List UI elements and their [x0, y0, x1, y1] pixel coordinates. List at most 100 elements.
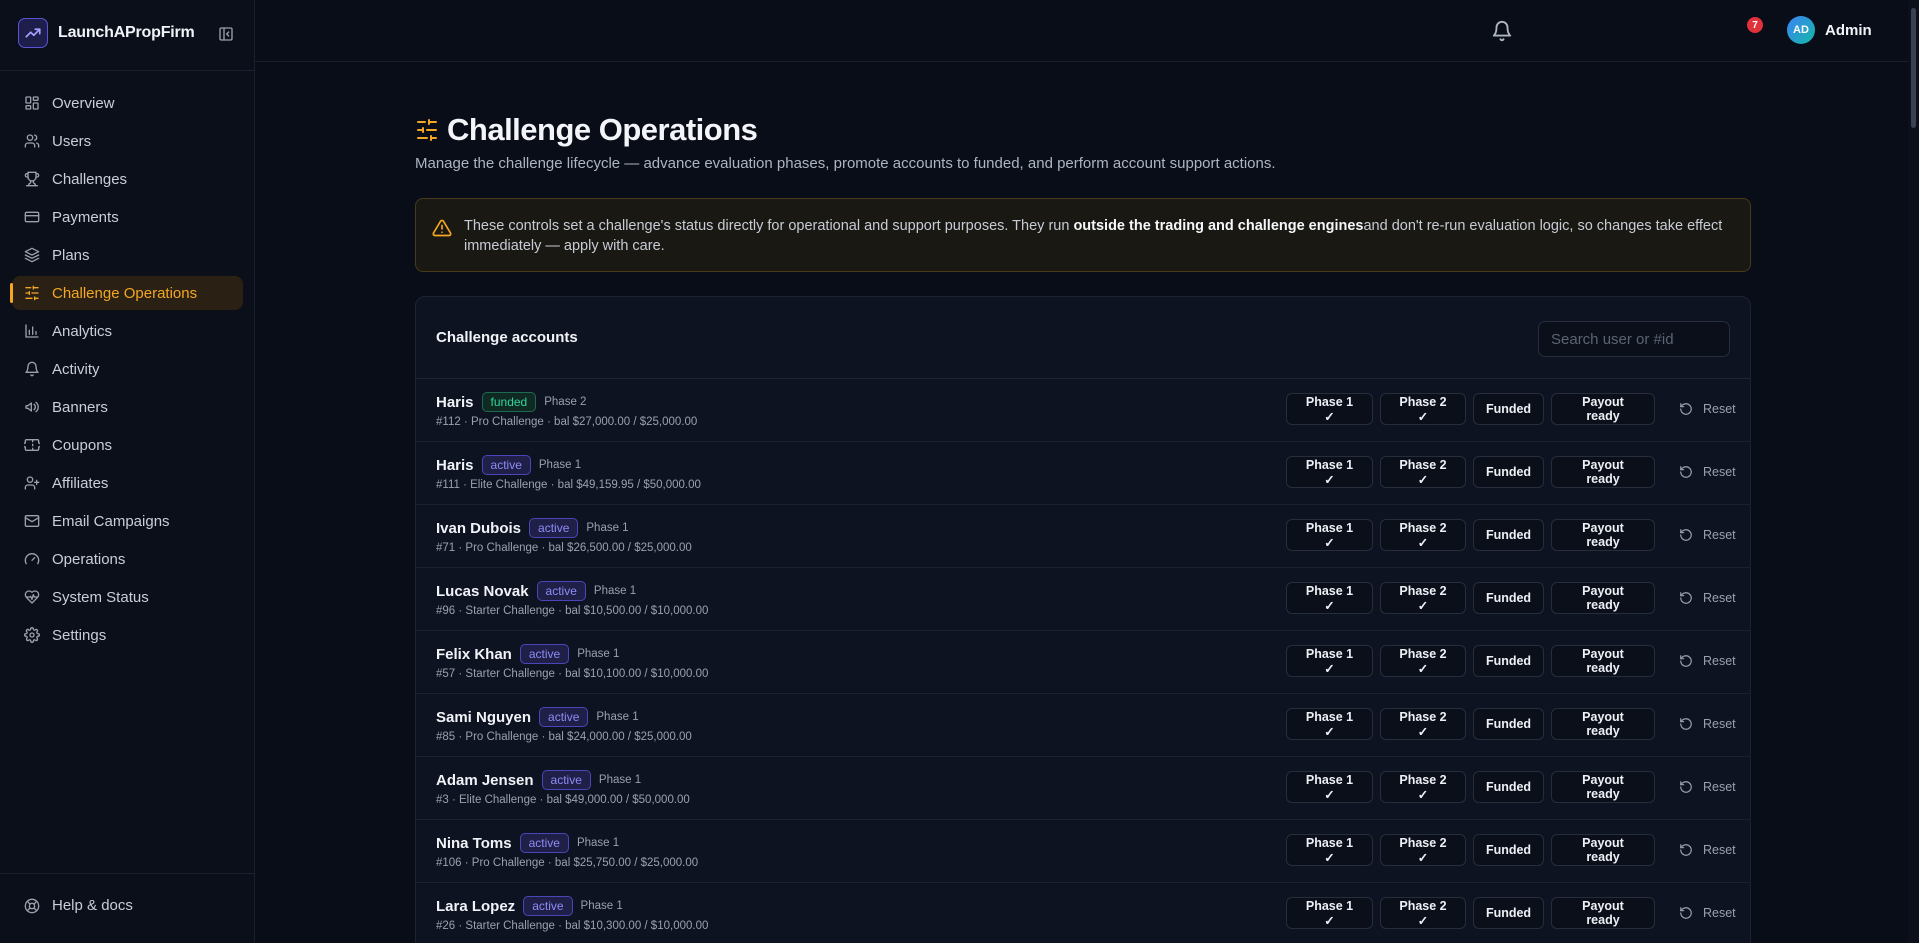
table-row: Adam Jensen active Phase 1 #3 · Elite Ch… [416, 757, 1750, 820]
payout-ready-button[interactable]: Payout ready [1551, 519, 1655, 551]
phase-2-pass-button[interactable]: Phase 2 ✓ [1380, 456, 1466, 488]
credit-card-icon [24, 211, 40, 223]
payout-ready-button[interactable]: Payout ready [1551, 708, 1655, 740]
page-title: Challenge Operations [447, 112, 758, 147]
avatar: AD [1787, 16, 1815, 44]
reset-button[interactable]: Reset [1669, 771, 1746, 803]
trend-chart-icon [18, 18, 48, 48]
sidebar-item-users[interactable]: Users [12, 124, 243, 158]
payout-ready-button[interactable]: Payout ready [1551, 582, 1655, 614]
reset-button[interactable]: Reset [1669, 708, 1746, 740]
sidebar-item-system-status[interactable]: System Status [12, 580, 243, 614]
payout-ready-button[interactable]: Payout ready [1551, 897, 1655, 929]
phase-2-pass-button[interactable]: Phase 2 ✓ [1380, 897, 1466, 929]
phase-2-pass-button[interactable]: Phase 2 ✓ [1380, 582, 1466, 614]
status-badge: funded [481, 392, 537, 412]
sidebar-item-challenge-operations[interactable]: Challenge Operations [10, 276, 243, 310]
funded-button[interactable]: Funded [1473, 897, 1544, 929]
payout-ready-button[interactable]: Payout ready [1551, 456, 1655, 488]
sidebar-item-coupons[interactable]: Coupons [12, 428, 243, 462]
funded-button[interactable]: Funded [1473, 393, 1544, 425]
phase-1-pass-button[interactable]: Phase 1 ✓ [1286, 519, 1373, 551]
sidebar-item-affiliates[interactable]: Affiliates [12, 466, 243, 500]
sidebar-item-label: Analytics [52, 322, 113, 340]
phase-2-pass-button[interactable]: Phase 2 ✓ [1380, 393, 1466, 425]
row-actions: Phase 1 ✓ Phase 2 ✓ Funded Payout ready … [1286, 834, 1746, 866]
reset-button[interactable]: Reset [1669, 393, 1746, 425]
brand[interactable]: LaunchAPropFirm [18, 18, 195, 48]
funded-button[interactable]: Funded [1473, 645, 1544, 677]
phase-2-pass-button[interactable]: Phase 2 ✓ [1380, 645, 1466, 677]
notifications-bell-icon[interactable] [1491, 20, 1513, 42]
page-scrollbar[interactable] [1908, 0, 1919, 943]
grid-icon [25, 96, 39, 110]
sidebar-item-label: Email Campaigns [52, 512, 170, 530]
reset-button[interactable]: Reset [1669, 834, 1746, 866]
reset-button[interactable]: Reset [1669, 456, 1746, 488]
scrollbar-thumb[interactable] [1911, 8, 1916, 128]
reset-label: Reset [1703, 906, 1736, 920]
phase-1-pass-button[interactable]: Phase 1 ✓ [1286, 771, 1373, 803]
notification-count-badge: 7 [1747, 17, 1763, 33]
sidebar-item-label: Overview [52, 94, 115, 112]
sidebar-item-operations[interactable]: Operations [12, 542, 243, 576]
user-name: Adam Jensen [436, 771, 534, 789]
user-menu[interactable]: AD Admin [1787, 16, 1872, 44]
payout-ready-button[interactable]: Payout ready [1551, 834, 1655, 866]
phase-1-pass-button[interactable]: Phase 1 ✓ [1286, 708, 1373, 740]
reset-label: Reset [1703, 780, 1736, 794]
funded-button[interactable]: Funded [1473, 519, 1544, 551]
sidebar-item-challenges[interactable]: Challenges [12, 162, 243, 196]
reset-button[interactable]: Reset [1669, 519, 1746, 551]
sidebar-item-payments[interactable]: Payments [12, 200, 243, 234]
sidebar-item-plans[interactable]: Plans [12, 238, 243, 272]
funded-button[interactable]: Funded [1473, 834, 1544, 866]
phase-2-pass-button[interactable]: Phase 2 ✓ [1380, 834, 1466, 866]
users-icon [24, 134, 40, 148]
row-actions: Phase 1 ✓ Phase 2 ✓ Funded Payout ready … [1286, 771, 1746, 803]
phase-2-pass-button[interactable]: Phase 2 ✓ [1380, 771, 1466, 803]
account-details: #26 · Starter Challenge · bal $10,300.00… [436, 920, 709, 932]
user-name: Haris [436, 456, 474, 474]
reset-button[interactable]: Reset [1669, 645, 1746, 677]
sidebar-item-analytics[interactable]: Analytics [12, 314, 243, 348]
phase-1-pass-button[interactable]: Phase 1 ✓ [1286, 645, 1373, 677]
phase-1-pass-button[interactable]: Phase 1 ✓ [1286, 834, 1373, 866]
sidebar-item-activity[interactable]: Activity [12, 352, 243, 386]
funded-button[interactable]: Funded [1473, 708, 1544, 740]
help-docs-link[interactable]: Help & docs [24, 897, 133, 914]
search-input[interactable] [1538, 321, 1730, 357]
phase-2-pass-button[interactable]: Phase 2 ✓ [1380, 708, 1466, 740]
sidebar-item-settings[interactable]: Settings [12, 618, 243, 652]
phase-label: Phase 2 [544, 396, 587, 408]
sidebar-item-email-campaigns[interactable]: Email Campaigns [12, 504, 243, 538]
phase-1-pass-button[interactable]: Phase 1 ✓ [1286, 456, 1373, 488]
alert-text-part: These controls set a challenge's status … [464, 218, 1074, 234]
phase-1-pass-button[interactable]: Phase 1 ✓ [1286, 582, 1373, 614]
sidebar-collapse-icon [219, 27, 233, 41]
payout-ready-button[interactable]: Payout ready [1551, 645, 1655, 677]
payout-ready-button[interactable]: Payout ready [1551, 771, 1655, 803]
funded-button[interactable]: Funded [1473, 456, 1544, 488]
phase-1-pass-button[interactable]: Phase 1 ✓ [1286, 393, 1373, 425]
user-name: Nina Toms [436, 834, 512, 852]
sidebar-item-banners[interactable]: Banners [12, 390, 243, 424]
page-header: Challenge Operations [415, 112, 758, 148]
collapse-sidebar-button[interactable] [216, 24, 236, 44]
sidebar: LaunchAPropFirm Overview Users Challenge… [0, 0, 255, 943]
reset-button[interactable]: Reset [1669, 582, 1746, 614]
phase-2-pass-button[interactable]: Phase 2 ✓ [1380, 519, 1466, 551]
sidebar-item-label: Settings [52, 626, 107, 644]
phase-1-pass-button[interactable]: Phase 1 ✓ [1286, 897, 1373, 929]
user-name: Ivan Dubois [436, 519, 522, 537]
account-details: #106 · Pro Challenge · bal $25,750.00 / … [436, 857, 699, 869]
user-name: Haris [436, 393, 474, 411]
user-name: Lucas Novak [436, 582, 529, 600]
row-actions: Phase 1 ✓ Phase 2 ✓ Funded Payout ready … [1286, 519, 1746, 551]
payout-ready-button[interactable]: Payout ready [1551, 393, 1655, 425]
funded-button[interactable]: Funded [1473, 582, 1544, 614]
sidebar-item-overview[interactable]: Overview [12, 86, 243, 120]
reset-button[interactable]: Reset [1669, 897, 1746, 929]
funded-button[interactable]: Funded [1473, 771, 1544, 803]
reset-label: Reset [1703, 717, 1736, 731]
